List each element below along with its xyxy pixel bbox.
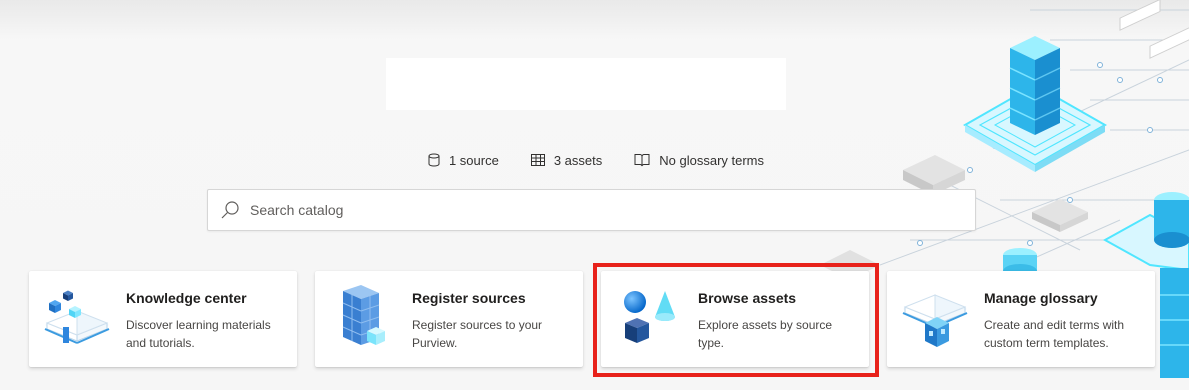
register-sources-card[interactable]: Register sources Register sources to you…: [315, 271, 583, 367]
stat-sources[interactable]: 1 source: [428, 148, 499, 172]
search-catalog-box[interactable]: [207, 189, 976, 231]
manage-glossary-card[interactable]: Manage glossary Create and edit terms wi…: [887, 271, 1155, 367]
browse-assets-card[interactable]: Browse assets Explore assets by source t…: [601, 271, 869, 367]
stat-assets[interactable]: 3 assets: [530, 148, 603, 172]
card-title: Knowledge center: [126, 290, 247, 306]
database-icon: [428, 153, 440, 167]
shapes-icon: [624, 291, 675, 343]
stacked-blocks-icon: [342, 285, 385, 345]
catalog-stats: 1 source 3 assets No glossary terms: [0, 148, 1189, 172]
knowledge-center-card[interactable]: Knowledge center Discover learning mater…: [29, 271, 297, 367]
table-icon: [530, 154, 545, 166]
card-description: Register sources to your Purview.: [412, 318, 543, 350]
card-description: Explore assets by source type.: [698, 318, 833, 350]
stat-assets-label: 3 assets: [553, 152, 603, 168]
card-title: Register sources: [412, 290, 526, 306]
book-icon: [634, 154, 650, 167]
card-title: Browse assets: [698, 290, 797, 306]
glossary-book-icon: [902, 294, 968, 347]
card-description: Discover learning materials and tutorial…: [126, 318, 271, 350]
card-title: Manage glossary: [984, 290, 1098, 306]
open-book-cubes-icon: [44, 290, 110, 344]
search-input[interactable]: [248, 194, 975, 226]
stat-glossary[interactable]: No glossary terms: [634, 148, 764, 172]
stat-glossary-label: No glossary terms: [659, 152, 765, 168]
search-icon: [220, 200, 240, 220]
card-description: Create and edit terms with custom term t…: [984, 318, 1125, 350]
stat-sources-label: 1 source: [448, 152, 499, 168]
catalog-title-placeholder: [386, 58, 786, 110]
